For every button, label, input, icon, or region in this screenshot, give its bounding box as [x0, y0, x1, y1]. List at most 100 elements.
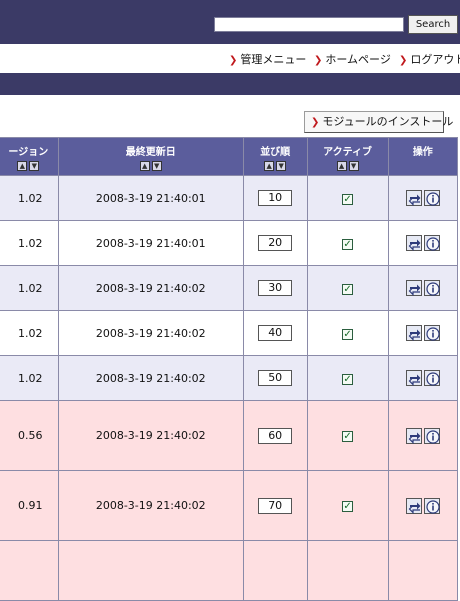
- update-icon[interactable]: [405, 190, 422, 206]
- arrow-icon: ❯: [399, 55, 408, 66]
- order-input[interactable]: 10: [258, 190, 293, 206]
- logout-label: ログアウト: [410, 53, 460, 66]
- version-cell: 0.91: [0, 470, 59, 541]
- updated-cell: 2008-3-19 21:40:02: [57, 470, 244, 541]
- version-cell: 1.02: [0, 265, 59, 311]
- info-icon[interactable]: [423, 427, 440, 444]
- sort-down-icon[interactable]: ▼: [29, 161, 40, 171]
- update-icon[interactable]: [405, 235, 422, 251]
- sort-up-icon[interactable]: ▲: [336, 161, 347, 171]
- ops-cell: [387, 175, 459, 221]
- active-checkbox[interactable]: ✓: [342, 193, 354, 205]
- order-input[interactable]: 40: [258, 325, 293, 341]
- sort-down-icon[interactable]: ▼: [151, 161, 162, 171]
- active-checkbox[interactable]: ✓: [342, 373, 354, 385]
- sort-up-icon[interactable]: ▲: [139, 161, 150, 171]
- updated-cell: 2008-3-19 21:40:01: [57, 175, 244, 221]
- info-icon[interactable]: [423, 280, 440, 296]
- table-header-row: ージョン ▲ ▼ 最終更新日 ▲ ▼ 並び順 ▲ ▼ アクティブ ▲ ▼ 操作: [0, 137, 459, 176]
- update-icon[interactable]: [405, 370, 422, 386]
- order-cell: 50: [242, 355, 308, 401]
- order-input[interactable]: 20: [258, 235, 293, 251]
- admin-menu-link[interactable]: ❯ 管理メニュー: [229, 51, 306, 67]
- info-icon[interactable]: [423, 325, 440, 341]
- order-header: 並び順 ▲ ▼: [242, 137, 308, 176]
- nav-bar: [0, 73, 460, 95]
- table-row: 1.02 2008-3-19 21:40:02 30 ✓: [0, 265, 459, 311]
- updated-cell: 2008-3-19 21:40:01: [57, 220, 244, 266]
- search-button[interactable]: Search: [408, 15, 458, 34]
- update-icon[interactable]: [405, 497, 422, 514]
- order-input[interactable]: 30: [258, 280, 293, 296]
- order-input[interactable]: 60: [258, 427, 293, 444]
- version-cell: [0, 540, 59, 601]
- install-module-label: モジュールのインストール: [322, 115, 454, 128]
- active-checkbox[interactable]: ✓: [342, 501, 354, 512]
- order-header-label: 並び順: [260, 147, 291, 158]
- install-module-button[interactable]: ❯ モジュールのインストール: [304, 111, 453, 133]
- table-row: 1.02 2008-3-19 21:40:02 40 ✓: [0, 310, 459, 356]
- table-row: 1.02 2008-3-19 21:40:02 50 ✓: [0, 355, 459, 401]
- active-header: アクティブ ▲ ▼: [306, 137, 389, 176]
- info-icon[interactable]: [423, 370, 440, 386]
- updated-header: 最終更新日 ▲ ▼: [57, 137, 244, 176]
- arrow-icon: ❯: [229, 55, 238, 66]
- table-row: 0.56 2008-3-19 21:40:02 60 ✓: [0, 400, 459, 471]
- ops-cell: [387, 265, 459, 311]
- active-checkbox[interactable]: ✓: [342, 283, 354, 295]
- info-icon[interactable]: [423, 190, 440, 206]
- update-icon[interactable]: [405, 280, 422, 296]
- ops-cell: [387, 400, 459, 471]
- active-checkbox[interactable]: ✓: [342, 238, 354, 250]
- active-checkbox[interactable]: ✓: [342, 328, 354, 340]
- active-header-label: アクティブ: [323, 147, 373, 158]
- updated-cell: 2008-3-19 21:40:02: [57, 355, 244, 401]
- version-cell: 1.02: [0, 355, 59, 401]
- version-header: ージョン ▲ ▼: [0, 137, 59, 176]
- order-cell: 60: [242, 400, 308, 471]
- active-cell: ✓: [306, 400, 389, 471]
- update-icon[interactable]: [405, 427, 422, 444]
- sort-down-icon[interactable]: ▼: [348, 161, 359, 171]
- sort-down-icon[interactable]: ▼: [276, 161, 287, 171]
- active-cell: ✓: [306, 355, 389, 401]
- version-cell: 1.02: [0, 220, 59, 266]
- active-cell: [306, 540, 389, 601]
- ops-cell: [387, 470, 459, 541]
- order-input[interactable]: 70: [258, 497, 293, 514]
- ops-cell: [387, 540, 459, 601]
- version-cell: 1.02: [0, 310, 59, 356]
- active-checkbox[interactable]: ✓: [342, 431, 354, 442]
- active-cell: ✓: [306, 265, 389, 311]
- ops-header: 操作: [387, 137, 459, 176]
- modules-table: ージョン ▲ ▼ 最終更新日 ▲ ▼ 並び順 ▲ ▼ アクティブ ▲ ▼ 操作 1.02…: [0, 137, 459, 601]
- info-icon[interactable]: [423, 235, 440, 251]
- order-cell: 30: [242, 265, 308, 311]
- top-links-bar: ❯ 管理メニュー ❯ ホームページ ❯ ログアウト: [0, 44, 460, 70]
- ops-header-label: 操作: [412, 147, 433, 158]
- ops-cell: [387, 355, 459, 401]
- order-cell: 40: [242, 310, 308, 356]
- version-header-label: ージョン: [8, 147, 49, 158]
- logout-link[interactable]: ❯ ログアウト: [399, 51, 460, 67]
- search-input[interactable]: [214, 17, 404, 32]
- order-cell: 20: [242, 220, 308, 266]
- order-cell: [242, 540, 308, 601]
- table-row: 1.02 2008-3-19 21:40:01 10 ✓: [0, 175, 459, 221]
- table-row: [0, 540, 459, 601]
- order-input[interactable]: 50: [258, 370, 293, 386]
- homepage-link[interactable]: ❯ ホームページ: [314, 51, 391, 67]
- updated-cell: [57, 540, 244, 601]
- version-cell: 0.56: [0, 400, 59, 471]
- table-row: 1.02 2008-3-19 21:40:01 20 ✓: [0, 220, 459, 266]
- updated-cell: 2008-3-19 21:40:02: [57, 310, 244, 356]
- homepage-label: ホームページ: [325, 53, 391, 66]
- update-icon[interactable]: [405, 325, 422, 341]
- sort-up-icon[interactable]: ▲: [17, 161, 28, 171]
- sort-up-icon[interactable]: ▲: [264, 161, 275, 171]
- active-cell: ✓: [306, 470, 389, 541]
- order-cell: 70: [242, 470, 308, 541]
- order-cell: 10: [242, 175, 308, 221]
- info-icon[interactable]: [423, 497, 440, 514]
- arrow-icon: ❯: [314, 55, 323, 66]
